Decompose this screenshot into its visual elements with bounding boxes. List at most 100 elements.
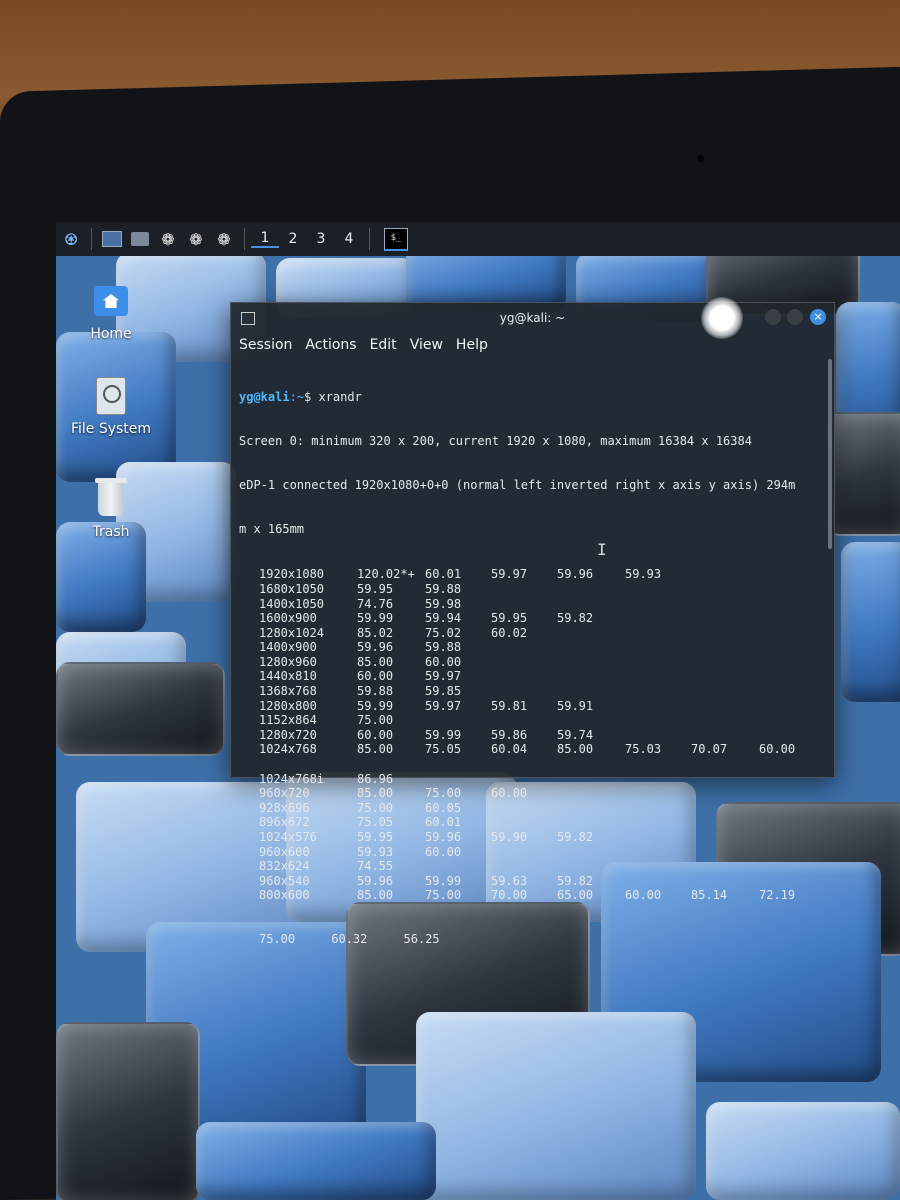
- mode-resolution: 800x600: [259, 888, 310, 903]
- mode-resolution: 1280x960: [259, 654, 317, 669]
- mode-resolution: 1920x1080: [259, 567, 325, 582]
- desktop-icon-label: Trash: [92, 524, 130, 540]
- file-manager-icon[interactable]: [129, 228, 151, 250]
- panel-separator: [369, 228, 370, 250]
- mode-refresh-rate: 75.03: [625, 742, 662, 757]
- mode-refresh-rate: 75.05: [357, 815, 394, 830]
- mode-refresh-rate: 60.00: [357, 669, 394, 684]
- mode-refresh-rate: 74.55: [357, 859, 394, 874]
- mode-row: 1920x1080 120.02*+ 60.01 59.97 59.96 59.93: [239, 567, 826, 582]
- menu-actions[interactable]: Actions: [305, 337, 356, 353]
- mode-refresh-rate: 75.02: [425, 625, 462, 640]
- mode-refresh-rate: 75.05: [425, 742, 462, 757]
- mode-refresh-rate: 60.00: [425, 844, 462, 859]
- mode-refresh-rate: 85.00: [357, 786, 394, 801]
- mode-refresh-rate: 59.63: [491, 873, 528, 888]
- mode-refresh-rate: 59.99: [425, 873, 462, 888]
- mode-refresh-rate: 59.81: [491, 698, 528, 713]
- mode-resolution: 1024x768: [259, 742, 317, 757]
- mode-row: 1400x1050 74.76 59.98: [239, 597, 826, 612]
- mode-refresh-rate: 60.00: [425, 654, 462, 669]
- workspace-1[interactable]: 1: [251, 230, 279, 248]
- terminal-scrollbar[interactable]: [828, 359, 832, 549]
- settings-gear-icon[interactable]: ❁: [157, 228, 179, 250]
- output-line: m x 165mm: [239, 521, 305, 536]
- mode-row: 1280x720 60.00 59.99 59.86 59.74: [239, 728, 826, 743]
- mode-refresh-rate: 60.02: [491, 625, 528, 640]
- mode-row: 1024x768i 86.96: [239, 772, 826, 787]
- wallpaper-cube: [841, 542, 900, 702]
- close-button[interactable]: ×: [810, 309, 826, 325]
- trash-icon: [93, 478, 129, 518]
- terminal-window[interactable]: yg@kali: ~ × Session Actions Edit View H…: [230, 297, 835, 946]
- mode-row: 800x600 85.00 75.00 70.00 65.00 60.00 85.14 72.…: [239, 888, 826, 903]
- drive-icon: [93, 377, 129, 415]
- desktop-icon-trash[interactable]: Trash: [56, 478, 166, 540]
- mode-refresh-rate: 85.14: [691, 888, 728, 903]
- terminal-output[interactable]: yg@kali:~$ xrandr Screen 0: minimum 320 …: [231, 357, 834, 991]
- mode-row: 1680x1050 59.95 59.88: [239, 582, 826, 597]
- menu-edit[interactable]: Edit: [370, 337, 397, 353]
- desktop-icon-label: File System: [70, 421, 152, 437]
- prompt-symbol: $: [304, 390, 319, 405]
- mode-resolution: 1680x1050: [259, 581, 325, 596]
- workspace-2[interactable]: 2: [279, 231, 307, 247]
- mode-refresh-rate: 59.88: [425, 581, 462, 596]
- settings-gear-icon[interactable]: ❁: [213, 228, 235, 250]
- mode-refresh-rate: 70.07: [691, 742, 728, 757]
- wallpaper-cube: [706, 1102, 900, 1200]
- mode-refresh-rate: 74.76: [357, 596, 394, 611]
- mode-refresh-rate: 59.82: [557, 611, 594, 626]
- mode-refresh-rate: 59.96: [357, 640, 394, 655]
- mode-row: 1024x576 59.95 59.96 59.90 59.82: [239, 830, 826, 845]
- output-line: eDP-1 connected 1920x1080+0+0 (normal le…: [239, 477, 796, 492]
- window-title: yg@kali: ~: [499, 311, 566, 325]
- mode-resolution: 1400x1050: [259, 596, 325, 611]
- prompt-path: :~: [289, 390, 305, 405]
- mode-refresh-rate: 60.01: [425, 567, 462, 582]
- mode-refresh-rate: 75.00: [425, 786, 462, 801]
- mode-resolution: 960x540: [259, 873, 310, 888]
- mode-refresh-rate: 59.86: [491, 727, 528, 742]
- camera-flash-glare: [701, 297, 743, 339]
- mode-row: 1400x900 59.96 59.88: [239, 640, 826, 655]
- mode-resolution: 896x672: [259, 815, 310, 830]
- minimize-button[interactable]: [765, 309, 781, 325]
- mode-refresh-rate: 75.00: [425, 888, 462, 903]
- mode-refresh-rate: 59.98: [425, 596, 462, 611]
- webcam: [697, 155, 704, 162]
- desktop-screen: ♼ ❁ ❁ ❁ 1 2 3 4 $_ Home File System Tras…: [56, 222, 900, 1200]
- mode-row: 1280x1024 85.02 75.02 60.02: [239, 626, 826, 641]
- panel-separator: [91, 228, 92, 250]
- mode-refresh-rate: 60.01: [425, 815, 462, 830]
- mode-resolution: 928x696: [259, 800, 310, 815]
- mode-refresh-rate: 75.00: [357, 800, 394, 815]
- workspace-3[interactable]: 3: [307, 231, 335, 247]
- mode-resolution: 1280x1024: [259, 625, 325, 640]
- desktop-icon-file-system[interactable]: File System: [56, 377, 166, 437]
- menu-help[interactable]: Help: [456, 337, 488, 353]
- mode-refresh-rate: 60.04: [491, 742, 528, 757]
- mode-refresh-rate: 60.00: [625, 888, 662, 903]
- settings-gear-icon[interactable]: ❁: [185, 228, 207, 250]
- mode-refresh-rate: 59.97: [425, 669, 462, 684]
- menu-view[interactable]: View: [410, 337, 443, 353]
- terminal-titlebar[interactable]: yg@kali: ~ ×: [231, 297, 834, 339]
- kali-menu-icon[interactable]: ♼: [60, 228, 82, 250]
- terminal-task-button[interactable]: $_: [384, 227, 408, 251]
- workspace-4[interactable]: 4: [335, 231, 363, 247]
- show-desktop-icon[interactable]: [101, 228, 123, 250]
- maximize-button[interactable]: [787, 309, 803, 325]
- mode-resolution: 1368x768: [259, 684, 317, 699]
- mode-refresh-rate: 59.96: [425, 830, 462, 844]
- menu-session[interactable]: Session: [239, 337, 292, 353]
- mode-refresh-rate: 72.19: [759, 888, 796, 903]
- mode-refresh-rate: 60.00: [759, 742, 796, 757]
- desktop-icon-label: Home: [90, 326, 132, 342]
- mode-refresh-rate: 59.91: [557, 698, 594, 713]
- mode-refresh-rate: 59.94: [425, 611, 462, 626]
- desktop-icon-home[interactable]: Home: [56, 282, 166, 342]
- mode-refresh-rate: 59.82: [557, 830, 594, 844]
- mode-refresh-rate: 60.05: [425, 800, 462, 815]
- prompt-user: yg@kali: [239, 390, 290, 405]
